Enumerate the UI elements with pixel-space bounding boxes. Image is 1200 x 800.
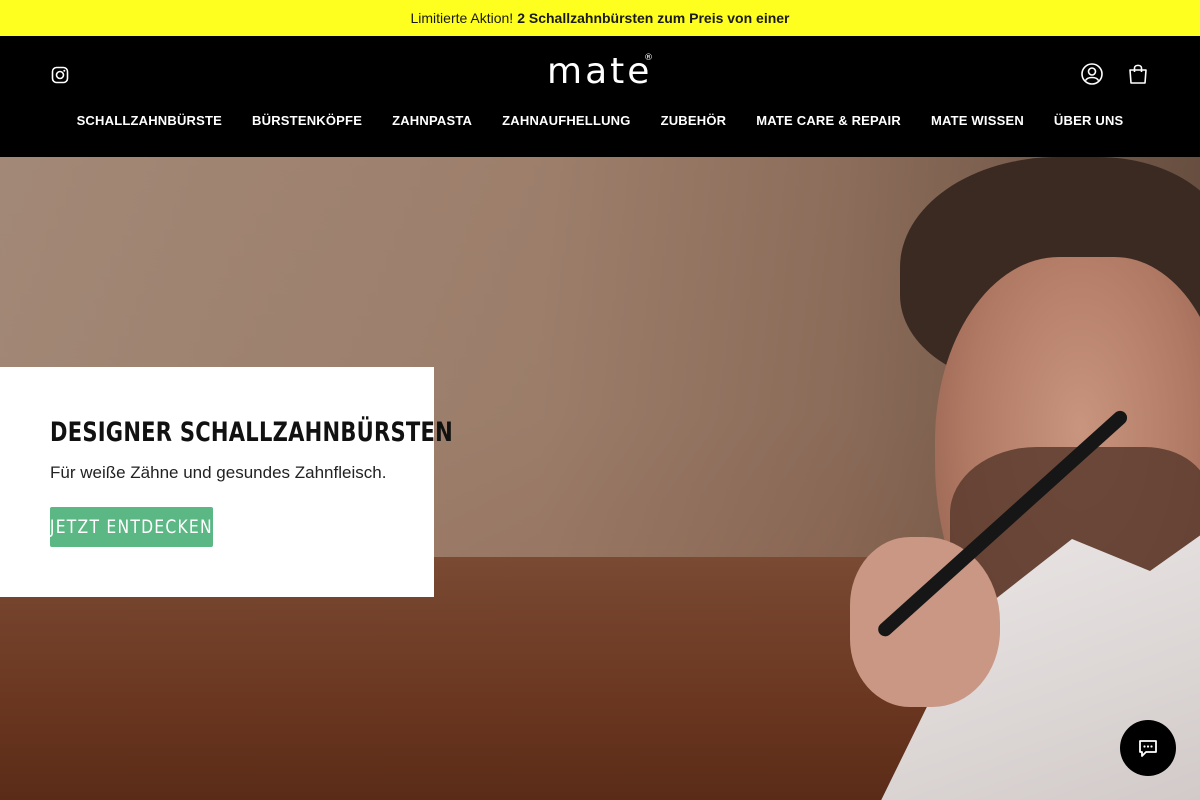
announcement-highlight[interactable]: 2 Schallzahnbürsten zum Preis von einer xyxy=(517,10,789,26)
site-header: mate ® SCHALLZAHNBÜRSTE BÜRSTENKÖPFE ZAHN… xyxy=(0,36,1200,157)
cart-icon[interactable] xyxy=(1128,63,1148,85)
nav-item-zahnpasta[interactable]: ZAHNPASTA xyxy=(392,113,472,128)
announcement-bar[interactable]: Limitierte Aktion! 2 Schallzahnbürsten z… xyxy=(0,0,1200,36)
hero-text-card: DESIGNER SCHALLZAHNBÜRSTEN Für weiße Zäh… xyxy=(0,367,453,597)
hero-title: DESIGNER SCHALLZAHNBÜRSTEN xyxy=(50,417,453,448)
nav-item-zahnaufhellung[interactable]: ZAHNAUFHELLUNG xyxy=(502,113,630,128)
announcement-lead: Limitierte Aktion! xyxy=(410,10,514,26)
logo-registered-mark: ® xyxy=(644,53,653,63)
main-navigation: SCHALLZAHNBÜRSTE BÜRSTENKÖPFE ZAHNPASTA … xyxy=(0,110,1200,130)
nav-item-zubehoer[interactable]: ZUBEHÖR xyxy=(661,113,727,128)
account-icon[interactable] xyxy=(1081,63,1103,85)
nav-item-ueber-uns[interactable]: ÜBER UNS xyxy=(1054,113,1124,128)
nav-item-mate-care-repair[interactable]: MATE CARE & REPAIR xyxy=(756,113,901,128)
hero-subtitle: Für weiße Zähne und gesundes Zahnfleisch… xyxy=(50,463,387,482)
hero-banner: DESIGNER SCHALLZAHNBÜRSTEN Für weiße Zäh… xyxy=(0,157,1200,800)
nav-item-mate-wissen[interactable]: MATE WISSEN xyxy=(931,113,1024,128)
hero-photo-hand xyxy=(850,537,1000,707)
nav-item-schallzahnbuerste[interactable]: SCHALLZAHNBÜRSTE xyxy=(77,113,222,128)
nav-item-buerstenkoepfe[interactable]: BÜRSTENKÖPFE xyxy=(252,113,362,128)
chat-icon xyxy=(1139,740,1157,757)
discover-now-button[interactable]: JETZT ENTDECKEN xyxy=(50,507,213,547)
chat-button[interactable] xyxy=(1120,720,1176,776)
mate-logo[interactable]: mate ® xyxy=(547,54,657,90)
instagram-icon[interactable] xyxy=(51,66,69,84)
logo-text: mate xyxy=(547,51,653,92)
discover-now-label: JETZT ENTDECKEN xyxy=(49,516,214,538)
